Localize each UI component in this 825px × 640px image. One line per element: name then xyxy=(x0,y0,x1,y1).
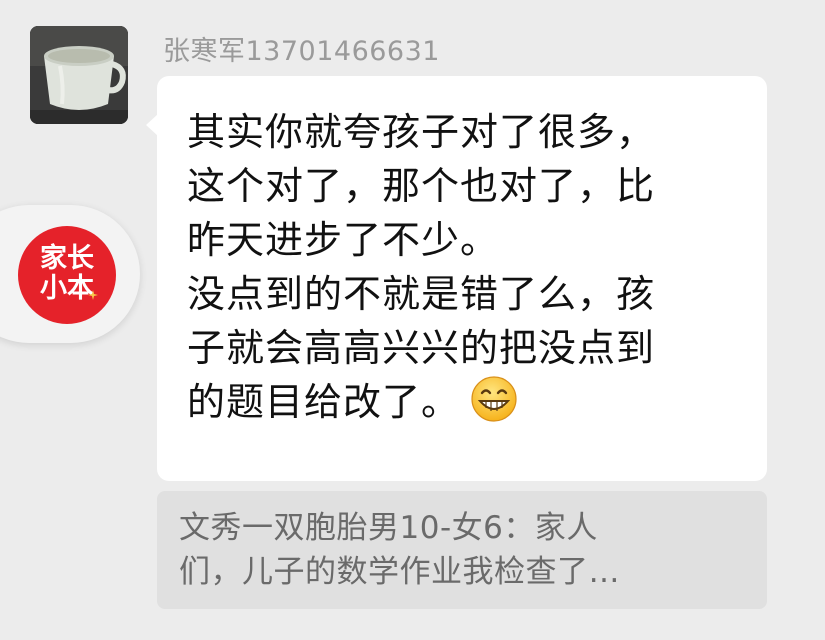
app-logo-line2: 小本 xyxy=(40,273,94,304)
message-line: 子就会高高兴兴的把没点到 xyxy=(187,326,656,370)
message-line-text: 的题目给改了。 xyxy=(187,380,461,424)
message-bubble[interactable]: 其实你就夸孩子对了很多， 这个对了，那个也对了，比 昨天进步了不少。 没点到的不… xyxy=(146,76,767,481)
message-line: 其实你就夸孩子对了很多， xyxy=(187,110,656,154)
sparkle-icon xyxy=(88,290,98,300)
quote-line: 文秀一双胞胎男10-女6：家人 xyxy=(179,510,598,546)
quote-line: 们，儿子的数学作业我检查了… xyxy=(179,554,620,590)
sender-avatar[interactable] xyxy=(30,26,128,124)
message-line-last: 的题目给改了。 xyxy=(187,375,749,429)
grinning-face-emoji xyxy=(471,376,517,422)
cup-photo-avatar xyxy=(30,26,128,124)
message-line: 昨天进步了不少。 xyxy=(187,218,500,262)
message-line: 这个对了，那个也对了，比 xyxy=(187,164,656,208)
quoted-message[interactable]: 文秀一双胞胎男10-女6：家人 们，儿子的数学作业我检查了… xyxy=(157,491,767,609)
app-logo-line1: 家长 xyxy=(40,243,94,274)
app-logo-icon[interactable]: 家长 小本 xyxy=(18,226,116,324)
message-line: 没点到的不就是错了么，孩 xyxy=(187,272,656,316)
sender-name: 张寒军13701466631 xyxy=(163,36,440,67)
